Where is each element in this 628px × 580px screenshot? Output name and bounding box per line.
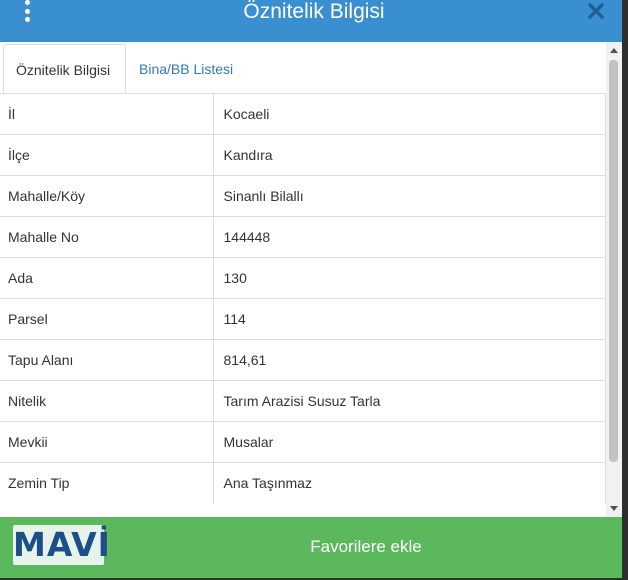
table-row: Zemin Tip Ana Taşınmaz: [0, 462, 606, 504]
attribute-value: Tarım Arazisi Susuz Tarla: [213, 380, 606, 422]
attribute-value: 814,61: [213, 339, 606, 381]
window-edge: [622, 0, 628, 580]
attribute-label: Ada: [0, 257, 214, 299]
table-row: Tapu Alanı 814,61: [0, 339, 606, 381]
attribute-table: İl Kocaeli İlçe Kandıra Mahalle/Köy Sinanlı B…: [0, 93, 606, 515]
tab-bar: Öznitelik Bilgisi Bina/BB Listesi: [0, 42, 604, 94]
attribute-value: Kocaeli: [213, 93, 606, 135]
attribute-label: Parsel: [0, 298, 214, 340]
attribute-value: Sinanlı Bilallı: [213, 175, 606, 217]
attribute-value: Ana Taşınmaz: [213, 462, 606, 504]
attribute-label: Mevkii: [0, 421, 214, 463]
attribute-label: Zemin Tip: [0, 462, 214, 504]
table-row: Parsel 114: [0, 298, 606, 340]
scroll-up-arrow-icon[interactable]: [610, 48, 618, 53]
table-row: İl Kocaeli: [0, 93, 606, 135]
table-row: İlçe Kandıra: [0, 134, 606, 176]
scroll-down-arrow-icon[interactable]: [610, 506, 618, 511]
attribute-value: Musalar: [213, 421, 606, 463]
table-row: Nitelik Tarım Arazisi Susuz Tarla: [0, 380, 606, 422]
add-to-favorites-button[interactable]: Favorilere ekle: [110, 517, 622, 578]
attribute-label: Mahalle No: [0, 216, 214, 258]
table-row: Ada 130: [0, 257, 606, 299]
dialog-footer: MAVİ Favorilere ekle: [0, 517, 622, 578]
table-row: Mahalle/Köy Sinanlı Bilallı: [0, 175, 606, 217]
tab-attribute-info[interactable]: Öznitelik Bilgisi: [3, 44, 126, 94]
attribute-value: 144448: [213, 216, 606, 258]
attribute-value: Kandıra: [213, 134, 606, 176]
scrollbar-thumb[interactable]: [609, 60, 618, 462]
attribute-label: Nitelik: [0, 380, 214, 422]
attribute-label: İl: [0, 93, 214, 135]
attribute-value: 130: [213, 257, 606, 299]
dialog-header: Öznitelik Bilgisi: [0, 0, 628, 42]
attribute-label: Mahalle/Köy: [0, 175, 214, 217]
vertical-scrollbar[interactable]: [606, 42, 622, 517]
mavi-logo: MAVİ: [13, 525, 111, 565]
table-row: Mevkii Musalar: [0, 421, 606, 463]
attribute-value: 114: [213, 298, 606, 340]
table-row: Mahalle No 144448: [0, 216, 606, 258]
close-icon[interactable]: [586, 1, 606, 21]
dialog-title: Öznitelik Bilgisi: [243, 0, 385, 23]
attribute-label: Tapu Alanı: [0, 339, 214, 381]
tab-building-list[interactable]: Bina/BB Listesi: [127, 44, 245, 93]
attribute-label: İlçe: [0, 134, 214, 176]
